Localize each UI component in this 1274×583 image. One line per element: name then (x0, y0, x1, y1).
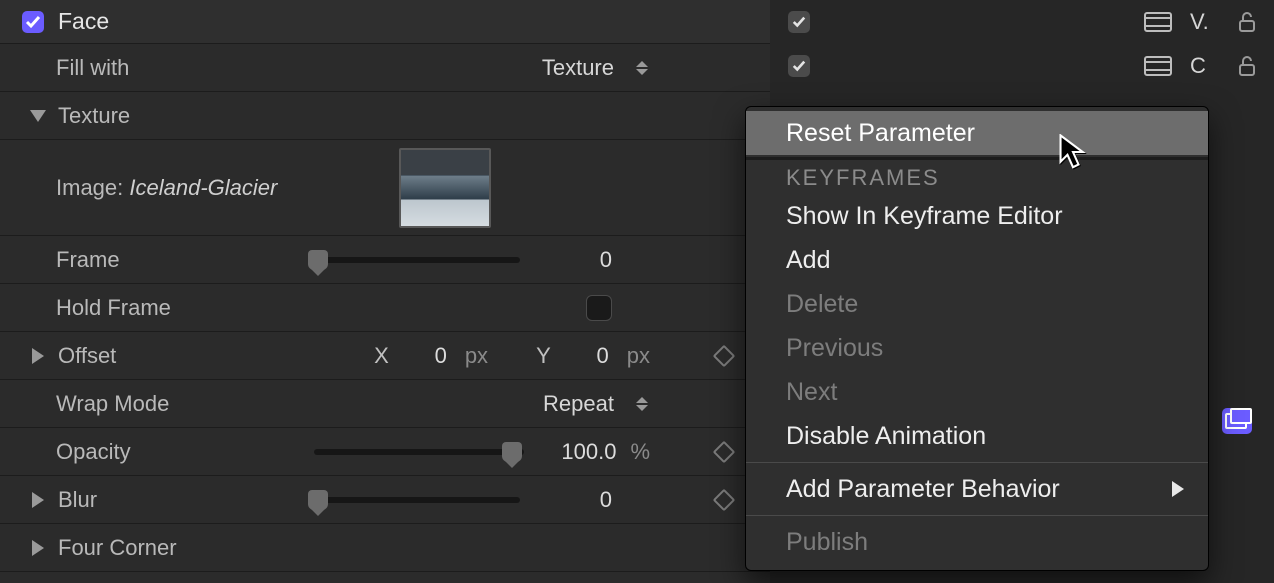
frame-label: Frame (56, 247, 266, 273)
frame-row: Frame 0 (0, 236, 770, 284)
blur-label: Blur (58, 487, 238, 513)
texture-header-row[interactable]: Texture (0, 92, 770, 140)
frame-slider[interactable] (310, 257, 520, 263)
disclosure-triangle-right-icon[interactable] (28, 348, 48, 364)
keyframe-diamond-icon[interactable] (713, 344, 736, 367)
wrap-mode-row: Wrap Mode Repeat (0, 380, 770, 428)
fill-with-row: Fill with Texture (0, 44, 770, 92)
offset-y-label: Y (536, 343, 551, 369)
offset-label: Offset (58, 343, 238, 369)
menu-reset-parameter[interactable]: Reset Parameter (746, 111, 1208, 155)
face-checkbox[interactable] (22, 11, 44, 33)
menu-disable-animation[interactable]: Disable Animation (746, 414, 1208, 458)
opacity-label: Opacity (56, 439, 266, 465)
filmstrip-icon (1144, 12, 1172, 32)
menu-delete-keyframe: Delete (746, 282, 1208, 326)
layer-name: V. (1190, 9, 1220, 35)
menu-add-parameter-behavior-label: Add Parameter Behavior (786, 475, 1060, 503)
opacity-unit: % (630, 439, 650, 465)
fill-with-label: Fill with (56, 55, 266, 81)
keyframe-diamond-icon[interactable] (713, 440, 736, 463)
keyframe-diamond-icon[interactable] (713, 488, 736, 511)
layer-checkbox[interactable] (788, 11, 810, 33)
submenu-arrow-icon (1172, 481, 1184, 497)
opacity-value[interactable]: 100.0 (538, 439, 616, 465)
offset-x-unit: px (465, 343, 488, 369)
blur-slider[interactable] (310, 497, 520, 503)
image-name: Iceland-Glacier (129, 175, 277, 200)
image-thumbnail[interactable] (399, 148, 491, 228)
opacity-slider[interactable] (314, 449, 524, 455)
lock-icon[interactable] (1238, 11, 1256, 33)
clone-layer-icon[interactable] (1222, 408, 1252, 434)
menu-add-parameter-behavior[interactable]: Add Parameter Behavior (746, 467, 1208, 511)
popup-arrows-icon[interactable] (636, 61, 650, 75)
menu-add-keyframe[interactable]: Add (746, 238, 1208, 282)
group-title: Face (58, 8, 109, 35)
layer-row[interactable]: C (770, 44, 1274, 88)
wrap-mode-value[interactable]: Repeat (543, 391, 614, 417)
menu-section-keyframes: KEYFRAMES (746, 162, 1208, 194)
popup-arrows-icon[interactable] (636, 397, 650, 411)
menu-next-keyframe: Next (746, 370, 1208, 414)
hold-frame-row: Hold Frame (0, 284, 770, 332)
fill-with-value[interactable]: Texture (542, 55, 614, 81)
disclosure-triangle-down-icon[interactable] (28, 110, 48, 122)
four-corner-label: Four Corner (58, 535, 268, 561)
offset-controls: X 0 px Y 0 px (374, 343, 650, 369)
offset-y-value[interactable]: 0 (569, 343, 609, 369)
disclosure-triangle-right-icon[interactable] (28, 540, 48, 556)
parameter-context-menu: Reset Parameter KEYFRAMES Show In Keyfra… (745, 106, 1209, 571)
layer-name: C (1190, 53, 1220, 79)
blur-value[interactable]: 0 (534, 487, 612, 513)
texture-label: Texture (58, 103, 130, 129)
layer-checkbox[interactable] (788, 55, 810, 77)
frame-value[interactable]: 0 (534, 247, 612, 273)
inspector-panel: Face Fill with Texture Texture Image: Ic… (0, 0, 770, 583)
offset-x-value[interactable]: 0 (407, 343, 447, 369)
offset-y-unit: px (627, 343, 650, 369)
wrap-mode-label: Wrap Mode (56, 391, 266, 417)
menu-publish: Publish (746, 520, 1208, 564)
filmstrip-icon (1144, 56, 1172, 76)
offset-row[interactable]: Offset X 0 px Y 0 px (0, 332, 770, 380)
hold-frame-label: Hold Frame (56, 295, 266, 321)
lock-icon[interactable] (1238, 55, 1256, 77)
hold-frame-checkbox[interactable] (586, 295, 612, 321)
opacity-row: Opacity 100.0 % (0, 428, 770, 476)
disclosure-triangle-right-icon[interactable] (28, 492, 48, 508)
image-label: Image: (56, 175, 123, 200)
offset-x-label: X (374, 343, 389, 369)
four-corner-row[interactable]: Four Corner (0, 524, 770, 572)
image-row: Image: Iceland-Glacier (0, 140, 770, 236)
menu-previous-keyframe: Previous (746, 326, 1208, 370)
layer-row[interactable]: V. (770, 0, 1274, 44)
blur-row[interactable]: Blur 0 (0, 476, 770, 524)
group-face-row[interactable]: Face (0, 0, 770, 44)
menu-show-in-keyframe-editor[interactable]: Show In Keyframe Editor (746, 194, 1208, 238)
